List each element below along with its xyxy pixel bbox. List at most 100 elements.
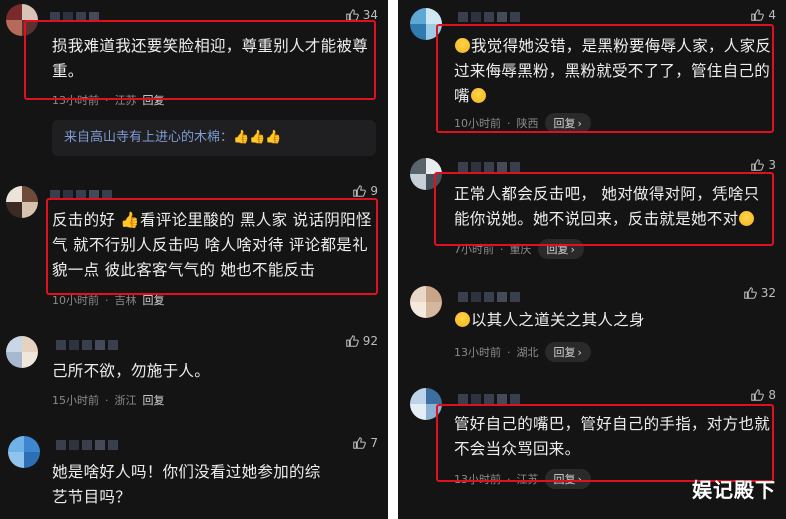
user-avatar[interactable]: [410, 158, 442, 190]
comment-text: 她是啥好人吗！你们没看过她参加的综艺节目吗？: [52, 463, 321, 506]
comment-meta: 13小时前 · 湖北 回复 ›: [454, 342, 591, 362]
chevron-right-icon: ›: [570, 242, 575, 256]
username-blurred[interactable]: [458, 12, 520, 22]
comment-meta: 13小时前 · 江苏 回复: [52, 92, 165, 108]
username-blurred[interactable]: [458, 394, 520, 404]
comment-meta: 10小时前 · 陕西 回复 ›: [454, 113, 591, 133]
like-count: 3: [768, 158, 776, 172]
reply-label: 回复: [553, 117, 576, 130]
chevron-right-icon: ›: [577, 472, 582, 486]
user-avatar[interactable]: [410, 8, 442, 40]
comment-meta: 7小时前 · 重庆 回复 ›: [454, 239, 584, 259]
thumbs-up-icon: [345, 335, 359, 347]
comment-item: 7 她是啥好人吗！你们没看过她参加的综艺节目吗？: [0, 430, 388, 519]
user-avatar[interactable]: [6, 186, 38, 218]
reply-label: 回复: [546, 243, 569, 256]
comment-text-body: 正常人都会反击吧， 她对做得对阿，凭啥只能你说她。她不说回来，反击就是她不对: [454, 185, 760, 228]
sub-reply-author[interactable]: 来自高山寺有上进心的木棉: [64, 130, 220, 145]
chevron-right-icon: ›: [577, 116, 582, 130]
comment-time: 10小时前: [52, 294, 99, 307]
comment-location: 江苏: [516, 473, 539, 486]
laughing-emoji-icon: [455, 312, 470, 327]
comment-meta: 13小时前 · 江苏 回复 ›: [454, 469, 591, 489]
comment-item: 4 我觉得她没错，是黑粉要侮辱人家，人家反过来侮辱黑粉，黑粉就受不了了，管住自己…: [398, 0, 786, 150]
comment-text: 损我难道我还要笑脸相迎，尊重别人才能被尊重。: [52, 37, 369, 80]
user-avatar[interactable]: [410, 286, 442, 318]
like-count: 9: [370, 184, 378, 198]
username-blurred[interactable]: [458, 162, 520, 172]
user-avatar[interactable]: [8, 436, 40, 468]
sub-reply-separator: ：: [220, 130, 234, 145]
comment-text: 正常人都会反击吧， 她对做得对阿，凭啥只能你说她。她不说回来，反击就是她不对: [454, 182, 772, 232]
like-button[interactable]: 34: [345, 8, 378, 22]
reply-button[interactable]: 回复: [143, 292, 165, 308]
comment-text: 反击的好 👍看评论里酸的 黑人家 说话阴阳怪气 就不行别人反击吗 啥人啥对待 评…: [52, 211, 372, 279]
left-comment-panel: 34 损我难道我还要笑脸相迎，尊重别人才能被尊重。 13小时前 · 江苏 回复 …: [0, 0, 388, 519]
sub-reply[interactable]: 来自高山寺有上进心的木棉：👍👍👍: [52, 120, 376, 156]
username-blurred[interactable]: [56, 440, 118, 450]
reply-button[interactable]: 回复: [143, 392, 165, 408]
comment-item: 92 己所不欲，勿施于人。 15小时前 · 浙江 回复: [0, 330, 388, 430]
username-blurred[interactable]: [50, 12, 99, 22]
watermark: 娱记殿下: [692, 478, 776, 502]
thumbs-up-icon: [345, 9, 359, 21]
like-count: 4: [768, 8, 776, 22]
comment-item: 9 反击的好 👍看评论里酸的 黑人家 说话阴阳怪气 就不行别人反击吗 啥人啥对待…: [0, 180, 388, 330]
like-button[interactable]: 7: [352, 436, 378, 450]
chevron-right-icon: ›: [577, 345, 582, 359]
reply-label: 回复: [553, 346, 576, 359]
thumbs-up-icon: [743, 287, 757, 299]
thumbs-up-icon: [353, 437, 367, 449]
user-avatar[interactable]: [6, 4, 38, 36]
comment-location: 浙江: [114, 394, 137, 407]
like-button[interactable]: 8: [750, 388, 776, 402]
right-comment-panel: 4 我觉得她没错，是黑粉要侮辱人家，人家反过来侮辱黑粉，黑粉就受不了了，管住自己…: [398, 0, 786, 519]
like-count: 7: [370, 436, 378, 450]
reply-button[interactable]: 回复 ›: [537, 239, 584, 259]
comment-item: 3 正常人都会反击吧， 她对做得对阿，凭啥只能你说她。她不说回来，反击就是她不对…: [398, 150, 786, 280]
comment-item: 34 损我难道我还要笑脸相迎，尊重别人才能被尊重。 13小时前 · 江苏 回复 …: [0, 0, 388, 170]
reply-button[interactable]: 回复 ›: [544, 342, 591, 362]
comment-meta: 10小时前 · 吉林 回复: [52, 292, 165, 308]
reply-button[interactable]: 回复 ›: [544, 469, 591, 489]
like-button[interactable]: 92: [345, 334, 378, 348]
smile-emoji-icon: [455, 38, 470, 53]
comment-text: 以其人之道关之其人之身: [454, 308, 772, 333]
like-button[interactable]: 4: [750, 8, 776, 22]
thumbs-up-icon: [751, 159, 765, 171]
comment-time: 13小时前: [454, 473, 501, 486]
comment-text-body: 我觉得她没错，是黑粉要侮辱人家，人家反过来侮辱黑粉，黑粉就受不了了，管住自己的嘴: [454, 37, 772, 105]
like-button[interactable]: 32: [743, 286, 776, 300]
comment-text-body: 以其人之道关之其人之身: [471, 311, 645, 329]
comment-location: 陕西: [516, 117, 539, 130]
user-avatar[interactable]: [6, 336, 38, 368]
reply-button[interactable]: 回复 ›: [544, 113, 591, 133]
comment-text: 我觉得她没错，是黑粉要侮辱人家，人家反过来侮辱黑粉，黑粉就受不了了，管住自己的嘴: [454, 34, 772, 109]
username-blurred[interactable]: [56, 340, 118, 350]
like-count: 92: [362, 334, 378, 348]
like-button[interactable]: 3: [750, 158, 776, 172]
comment-time: 15小时前: [52, 394, 99, 407]
comment-meta: 15小时前 · 浙江 回复: [52, 392, 165, 408]
thumbs-up-icon: [751, 9, 765, 21]
comment-location: 湖北: [516, 346, 539, 359]
username-blurred[interactable]: [458, 292, 520, 302]
comment-time: 13小时前: [52, 94, 99, 107]
user-avatar[interactable]: [410, 388, 442, 420]
comment-time: 10小时前: [454, 117, 501, 130]
flushed-emoji-icon: [739, 211, 755, 226]
reply-label: 回复: [553, 473, 576, 486]
username-blurred[interactable]: [50, 190, 112, 200]
like-count: 32: [760, 286, 776, 300]
smile-emoji-icon: [470, 88, 486, 103]
comment-text: 管好自己的嘴巴，管好自己的手指，对方也就不会当众骂回来。: [454, 415, 771, 458]
thumbs-up-icon: [353, 185, 367, 197]
sub-reply-body: 👍👍👍: [233, 130, 282, 145]
comment-location: 重庆: [509, 243, 532, 256]
comment-text: 己所不欲，勿施于人。: [52, 362, 211, 380]
comment-item: 32 以其人之道关之其人之身 13小时前 · 湖北 回复 ›: [398, 280, 786, 380]
like-count: 34: [362, 8, 378, 22]
thumbs-up-icon: [751, 389, 765, 401]
like-button[interactable]: 9: [352, 184, 378, 198]
reply-button[interactable]: 回复: [143, 92, 165, 108]
